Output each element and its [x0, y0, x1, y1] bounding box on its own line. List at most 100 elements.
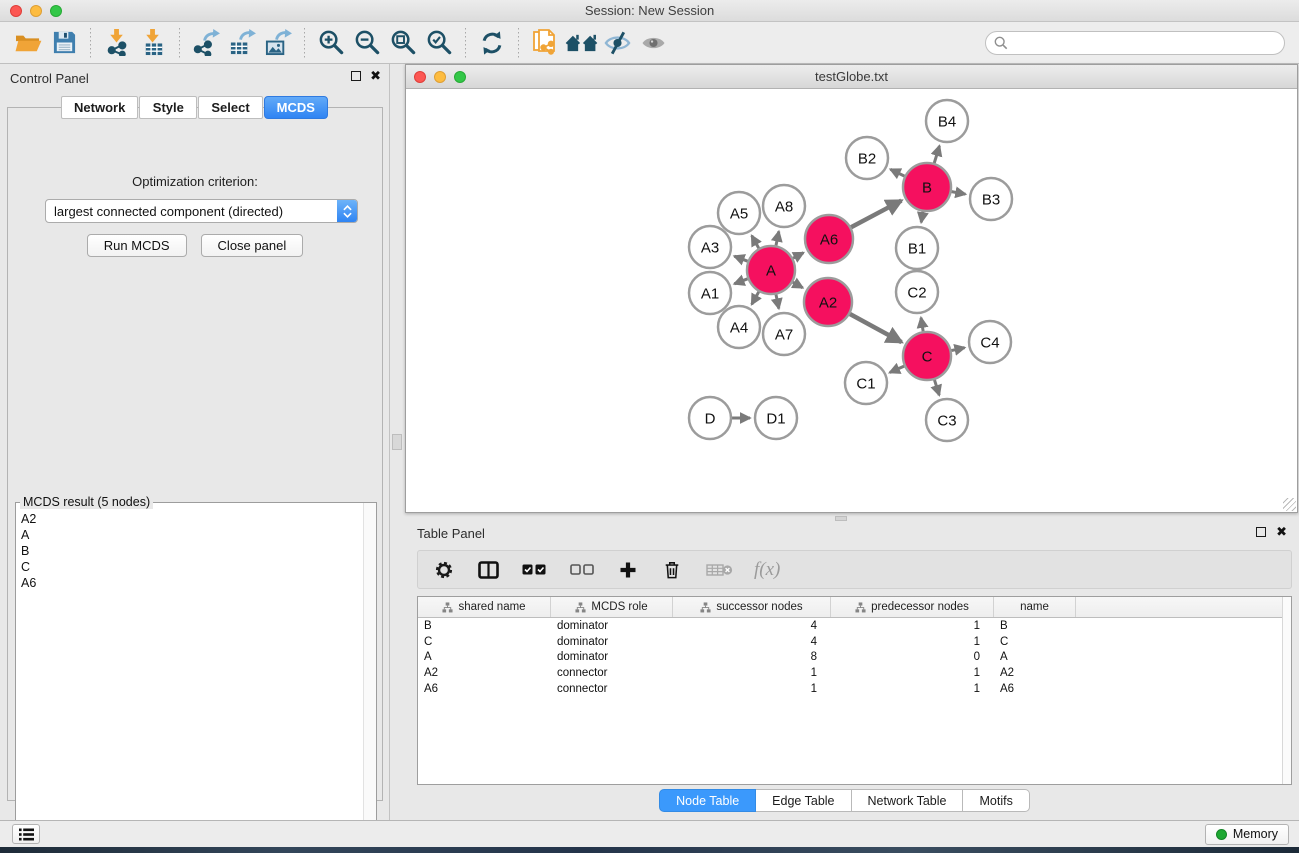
result-item[interactable]: A [18, 527, 362, 543]
column-header-shared-name[interactable]: shared name [418, 597, 551, 617]
tab-select[interactable]: Select [198, 96, 262, 119]
table-cell[interactable]: 4 [673, 636, 831, 648]
edge-A-A4[interactable] [752, 292, 759, 305]
table-cell[interactable]: 1 [831, 620, 994, 632]
node-A3[interactable]: A3 [689, 226, 731, 268]
result-item[interactable]: B [18, 543, 362, 559]
column-header-successor-nodes[interactable]: successor nodes [673, 597, 831, 617]
node-A[interactable]: A [747, 246, 795, 294]
table-cell[interactable]: A [994, 651, 1076, 663]
table-cell[interactable]: B [418, 620, 551, 632]
network-window-titlebar[interactable]: testGlobe.txt [406, 65, 1297, 89]
split-view-icon[interactable] [476, 558, 500, 582]
edge-B-B3[interactable] [952, 192, 966, 195]
node-A6[interactable]: A6 [805, 215, 853, 263]
import-table-icon[interactable] [135, 26, 171, 60]
edge-C-C1[interactable] [890, 366, 904, 372]
table-cell[interactable]: A6 [418, 683, 551, 695]
refresh-icon[interactable] [474, 26, 510, 60]
tab-style[interactable]: Style [139, 96, 197, 119]
table-cell[interactable]: 1 [673, 667, 831, 679]
node-B3[interactable]: B3 [970, 178, 1012, 220]
close-panel-button[interactable]: Close panel [201, 234, 304, 257]
close-table-panel-icon[interactable]: ✖ [1276, 527, 1287, 537]
export-network-icon[interactable] [188, 26, 224, 60]
table-cell[interactable]: connector [551, 683, 673, 695]
zoom-in-icon[interactable] [313, 26, 349, 60]
first-neighbors-icon[interactable] [563, 26, 599, 60]
result-item[interactable]: A6 [18, 575, 362, 591]
table-row[interactable]: A6connector11A6 [418, 681, 1291, 697]
node-A8[interactable]: A8 [763, 185, 805, 227]
task-history-button[interactable] [12, 824, 40, 844]
node-A4[interactable]: A4 [718, 306, 760, 348]
node-A5[interactable]: A5 [718, 192, 760, 234]
tab-network[interactable]: Network [61, 96, 138, 119]
export-table-icon[interactable] [224, 26, 260, 60]
node-C1[interactable]: C1 [845, 362, 887, 404]
node-B4[interactable]: B4 [926, 100, 968, 142]
edge-C-C3[interactable] [934, 380, 939, 395]
node-A7[interactable]: A7 [763, 313, 805, 355]
table-cell[interactable]: 1 [673, 683, 831, 695]
horizontal-splitter-handle[interactable] [835, 516, 847, 521]
edge-A6-B[interactable] [851, 201, 901, 228]
table-row[interactable]: Cdominator41C [418, 634, 1291, 650]
table-cell[interactable]: 0 [831, 651, 994, 663]
hide-graphics-details-icon[interactable] [599, 26, 635, 60]
network-graph[interactable]: B4B2BB3A5A8A6B1A3AC2A1A2A4A7C4CC1C3DD1 [406, 89, 1297, 512]
node-A1[interactable]: A1 [689, 272, 731, 314]
new-network-from-selection-icon[interactable] [527, 26, 563, 60]
select-all-icon[interactable] [520, 558, 548, 582]
edge-A-A6[interactable] [793, 253, 803, 259]
table-cell[interactable]: A2 [418, 667, 551, 679]
table-cell[interactable]: C [418, 636, 551, 648]
function-builder-icon[interactable]: f(x) [754, 559, 780, 581]
edge-A-A3[interactable] [734, 256, 747, 261]
edge-A2-C[interactable] [850, 314, 902, 342]
table-cell[interactable]: C [994, 636, 1076, 648]
zoom-fit-icon[interactable] [385, 26, 421, 60]
edge-B-B1[interactable] [921, 212, 923, 223]
tab-mcds[interactable]: MCDS [264, 96, 328, 119]
table-row[interactable]: Bdominator41B [418, 618, 1291, 634]
tab-motifs[interactable]: Motifs [963, 789, 1029, 812]
edge-C-C2[interactable] [921, 318, 923, 332]
column-header-MCDS-role[interactable]: MCDS role [551, 597, 673, 617]
float-table-panel-icon[interactable] [1256, 527, 1266, 537]
table-row[interactable]: Adominator80A [418, 650, 1291, 666]
memory-button[interactable]: Memory [1205, 824, 1289, 845]
search-input[interactable] [1013, 33, 1276, 53]
show-graphics-details-icon[interactable] [635, 26, 671, 60]
table-cell[interactable]: 4 [673, 620, 831, 632]
table-settings-icon[interactable] [432, 558, 456, 582]
node-C2[interactable]: C2 [896, 271, 938, 313]
edge-B-B4[interactable] [934, 146, 939, 163]
tab-node-table[interactable]: Node Table [659, 789, 756, 812]
table-cell[interactable]: dominator [551, 620, 673, 632]
table-cell[interactable]: connector [551, 667, 673, 679]
resize-grip-icon[interactable] [1283, 498, 1296, 511]
node-C4[interactable]: C4 [969, 321, 1011, 363]
close-panel-icon[interactable]: ✖ [370, 71, 381, 81]
zoom-out-icon[interactable] [349, 26, 385, 60]
criterion-dropdown[interactable]: largest connected component (directed) [45, 199, 358, 223]
zoom-selected-icon[interactable] [421, 26, 457, 60]
table-cell[interactable]: 1 [831, 636, 994, 648]
vertical-splitter-handle[interactable] [392, 434, 402, 450]
import-network-icon[interactable] [99, 26, 135, 60]
delete-table-icon[interactable] [704, 558, 734, 582]
table-cell[interactable]: 1 [831, 683, 994, 695]
edge-C-C4[interactable] [951, 348, 964, 351]
delete-column-icon[interactable] [660, 558, 684, 582]
node-B[interactable]: B [903, 163, 951, 211]
column-header-predecessor-nodes[interactable]: predecessor nodes [831, 597, 994, 617]
column-header-name[interactable]: name [994, 597, 1076, 617]
add-column-icon[interactable] [616, 558, 640, 582]
table-cell[interactable]: dominator [551, 636, 673, 648]
table-cell[interactable]: 8 [673, 651, 831, 663]
node-B1[interactable]: B1 [896, 227, 938, 269]
edge-A-A8[interactable] [776, 231, 779, 245]
result-item[interactable]: A2 [18, 511, 362, 527]
edge-A-A5[interactable] [752, 236, 759, 249]
